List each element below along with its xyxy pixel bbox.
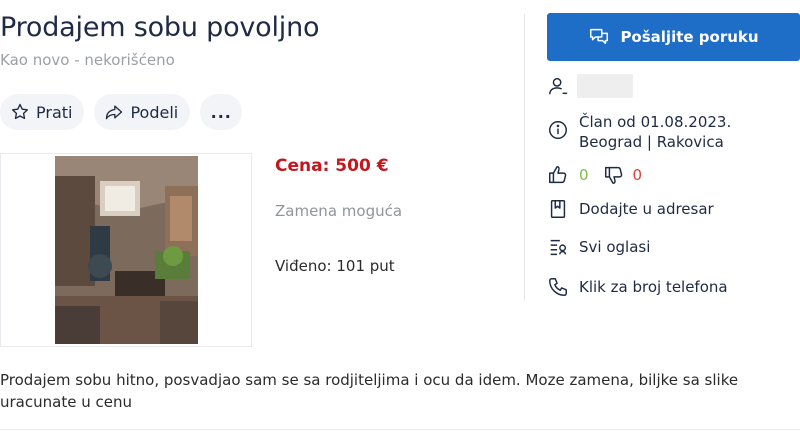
phone-reveal-link[interactable]: Klik za broj telefona bbox=[547, 276, 728, 298]
user-icon bbox=[549, 77, 568, 95]
listing-photo-frame[interactable] bbox=[0, 153, 252, 347]
chat-bubbles-icon bbox=[590, 28, 609, 45]
listing-price: Cena: 500 € bbox=[275, 156, 389, 176]
seller-location: Beograd | Rakovica bbox=[579, 133, 724, 151]
listing-description: Prodajem sobu hitno, posvadjao sam se sa… bbox=[0, 371, 739, 411]
send-message-label: Pošaljite poruku bbox=[620, 28, 759, 46]
send-message-button[interactable]: Pošaljite poruku bbox=[547, 13, 800, 61]
more-options-button[interactable]: ... bbox=[200, 94, 243, 130]
bottom-divider bbox=[0, 429, 800, 430]
thumbs-down-icon[interactable] bbox=[603, 164, 625, 186]
negative-rating-count: 0 bbox=[632, 166, 643, 184]
listing-photo[interactable] bbox=[55, 156, 198, 344]
phone-reveal-label: Klik za broj telefona bbox=[579, 278, 728, 296]
follow-label: Prati bbox=[36, 102, 73, 122]
add-to-addressbook-link[interactable]: Dodajte u adresar bbox=[547, 198, 714, 220]
star-icon bbox=[12, 103, 29, 120]
member-since: Član od 01.08.2023. bbox=[579, 113, 732, 131]
seller-ratings: 0 0 bbox=[547, 164, 642, 186]
share-label: Podeli bbox=[130, 102, 179, 122]
add-to-addressbook-label: Dodajte u adresar bbox=[579, 200, 714, 218]
follow-button[interactable]: Prati bbox=[0, 94, 85, 130]
share-button[interactable]: Podeli bbox=[94, 94, 191, 130]
exchange-possible: Zamena moguća bbox=[275, 202, 403, 220]
listing-condition: Kao novo - nekorišćeno bbox=[0, 51, 175, 69]
room-photo-illustration bbox=[55, 156, 198, 344]
positive-rating-count: 0 bbox=[579, 166, 589, 184]
phone-icon bbox=[549, 278, 567, 296]
listing-title: Prodajem sobu povoljno bbox=[0, 12, 320, 43]
all-ads-link[interactable]: Svi oglasi bbox=[547, 236, 650, 258]
seller-info: Član od 01.08.2023. Beograd | Rakovica bbox=[547, 112, 731, 152]
info-icon bbox=[549, 121, 567, 139]
view-count: Viđeno: 101 put bbox=[275, 257, 395, 275]
share-arrow-icon bbox=[106, 105, 123, 120]
all-ads-label: Svi oglasi bbox=[579, 238, 651, 256]
listing-actions: Prati Podeli ... bbox=[0, 94, 243, 130]
ads-list-icon bbox=[550, 239, 567, 256]
thumbs-up-icon[interactable] bbox=[547, 164, 569, 186]
seller-name-redacted bbox=[577, 74, 633, 98]
addressbook-icon bbox=[550, 200, 566, 218]
seller-user[interactable] bbox=[547, 74, 633, 98]
sidebar-divider bbox=[524, 14, 525, 301]
